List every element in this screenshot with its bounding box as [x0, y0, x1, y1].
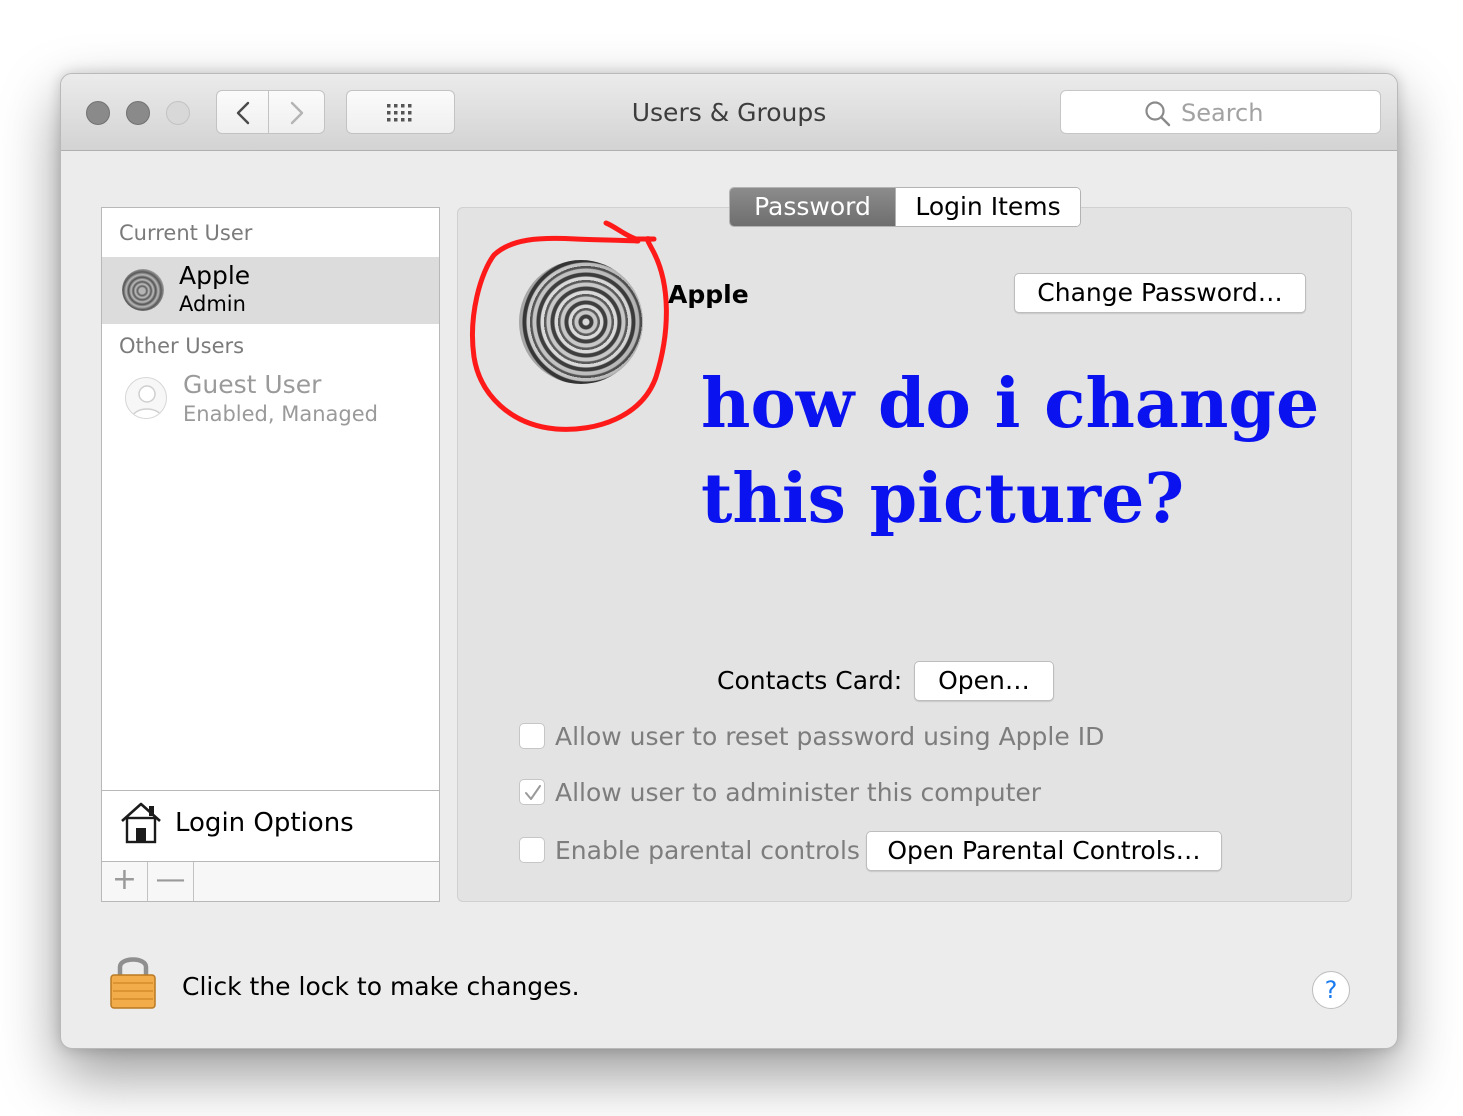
tab-password[interactable]: Password [730, 188, 895, 226]
guest-user-name: Guest User [183, 370, 322, 399]
annotation-text: how do i change this picture? [701, 357, 1319, 547]
user-row-apple[interactable]: Apple Admin [102, 257, 439, 324]
annotation-line-1: how do i change [701, 364, 1320, 444]
screenshot-stage: Users & Groups Search Current User Apple… [0, 0, 1463, 1116]
administer-label: Allow user to administer this computer [555, 778, 1042, 807]
tab-login-items[interactable]: Login Items [895, 188, 1080, 226]
parental-controls-label: Enable parental controls [555, 836, 860, 865]
house-icon [121, 802, 161, 844]
add-user-button[interactable]: + [102, 862, 148, 901]
search-icon [1145, 101, 1171, 127]
annotation-line-2: this picture? [701, 459, 1185, 539]
add-remove-bar: + — [102, 861, 439, 901]
user-row-guest[interactable]: Guest User Enabled, Managed [102, 366, 439, 433]
login-options-item[interactable]: Login Options [102, 790, 439, 861]
title-bar: Users & Groups Search [61, 74, 1397, 151]
user-avatar [122, 269, 164, 311]
search-placeholder: Search [1181, 99, 1264, 127]
guest-avatar-icon [125, 377, 167, 419]
user-name: Apple [179, 261, 251, 290]
change-password-button[interactable]: Change Password… [1014, 273, 1306, 313]
lock-icon[interactable] [108, 949, 158, 1011]
other-users-header: Other Users [119, 334, 245, 358]
lock-message: Click the lock to make changes. [182, 972, 580, 1001]
current-user-header: Current User [119, 221, 253, 245]
contacts-card-label: Contacts Card: [717, 666, 903, 695]
checkmark-icon [525, 785, 541, 800]
account-name: Apple [668, 280, 749, 309]
administer-checkbox[interactable] [519, 779, 545, 805]
annotation-circle [469, 220, 669, 432]
search-field[interactable]: Search [1060, 90, 1381, 134]
preferences-window: Users & Groups Search Current User Apple… [60, 73, 1398, 1049]
help-button[interactable]: ? [1312, 971, 1350, 1009]
open-parental-controls-button[interactable]: Open Parental Controls… [866, 831, 1222, 871]
remove-user-button[interactable]: — [148, 862, 194, 901]
tab-bar: Password Login Items [729, 187, 1081, 227]
user-role: Admin [179, 292, 246, 316]
reset-password-checkbox[interactable] [519, 723, 545, 749]
parental-controls-checkbox[interactable] [519, 837, 545, 863]
guest-user-status: Enabled, Managed [183, 402, 378, 426]
login-options-label: Login Options [175, 808, 354, 838]
reset-password-label: Allow user to reset password using Apple… [555, 722, 1105, 751]
user-list: Current User Apple Admin Other Users Gue… [101, 207, 440, 902]
open-contacts-button[interactable]: Open… [914, 661, 1054, 701]
